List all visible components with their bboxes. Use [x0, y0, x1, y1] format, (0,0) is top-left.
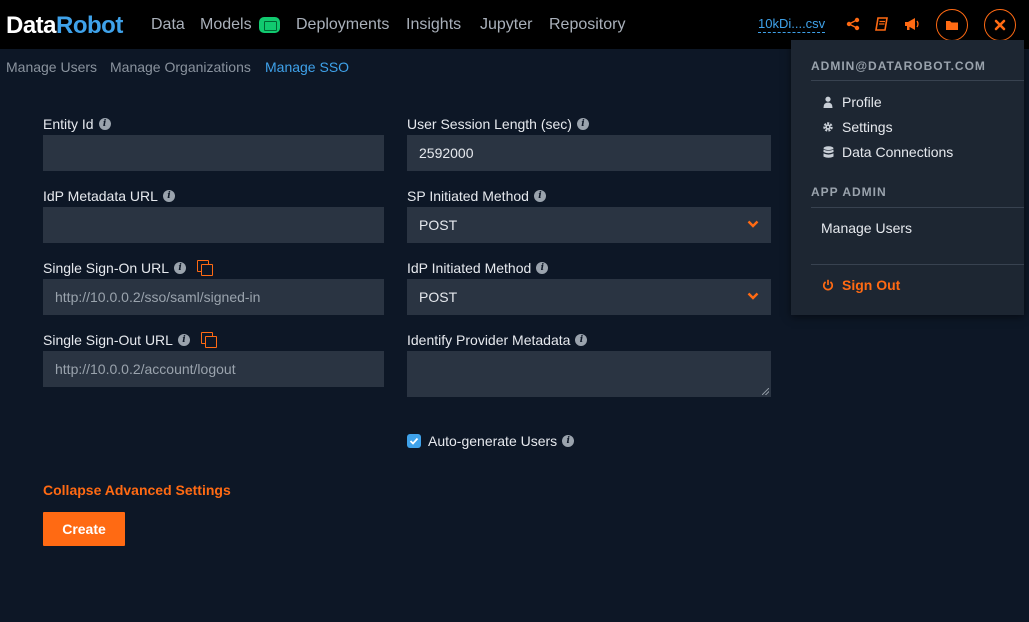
close-button[interactable] — [984, 9, 1016, 41]
book-icon[interactable] — [873, 15, 891, 33]
idp-method-label: IdP Initiated Method i — [407, 260, 549, 276]
sp-method-select[interactable]: POST — [407, 207, 771, 243]
database-icon — [821, 145, 835, 159]
info-icon[interactable]: i — [533, 190, 546, 202]
menu-divider — [811, 207, 1024, 208]
user-menu: ADMIN@DATAROBOT.COM Profile Settings Dat… — [791, 40, 1024, 315]
menu-manage-users[interactable]: Manage Users — [821, 220, 912, 236]
account-email: ADMIN@DATAROBOT.COM — [811, 59, 986, 73]
chevron-down-icon — [747, 220, 759, 228]
share-icon[interactable] — [844, 15, 862, 33]
info-icon[interactable]: i — [576, 118, 589, 130]
gpu-icon — [259, 17, 280, 33]
close-icon — [994, 19, 1006, 31]
nav-deployments[interactable]: Deployments — [296, 16, 389, 34]
user-icon — [821, 95, 835, 109]
info-icon[interactable]: i — [575, 334, 588, 346]
idp-metadata-url-input[interactable] — [43, 207, 384, 243]
nav-jupyter[interactable]: Jupyter — [480, 16, 532, 34]
check-icon — [409, 437, 419, 445]
subnav-manage-users[interactable]: Manage Users — [6, 59, 97, 75]
slo-url-label: Single Sign-Out URL i — [43, 332, 217, 348]
entity-id-input[interactable] — [43, 135, 384, 171]
menu-settings[interactable]: Settings — [821, 119, 893, 135]
idp-metadata-url-label: IdP Metadata URL i — [43, 188, 175, 204]
provider-metadata-label: Identify Provider Metadata i — [407, 332, 588, 348]
power-icon — [821, 278, 835, 292]
menu-profile[interactable]: Profile — [821, 94, 882, 110]
session-length-input[interactable]: 2592000 — [407, 135, 771, 171]
info-icon[interactable]: i — [174, 262, 187, 274]
info-icon[interactable]: i — [177, 334, 190, 346]
auto-generate-checkbox[interactable] — [407, 434, 421, 448]
menu-data-connections[interactable]: Data Connections — [821, 144, 953, 160]
sso-url-label: Single Sign-On URL i — [43, 260, 214, 276]
provider-metadata-textarea[interactable] — [407, 351, 771, 397]
info-icon[interactable]: i — [536, 262, 549, 274]
nav-repository[interactable]: Repository — [549, 16, 625, 34]
copy-icon[interactable] — [200, 332, 217, 348]
nav-models[interactable]: Models — [200, 16, 252, 34]
menu-divider — [811, 264, 1024, 265]
folder-button[interactable] — [936, 9, 968, 41]
menu-divider — [811, 80, 1024, 81]
subnav-manage-organizations[interactable]: Manage Organizations — [110, 59, 251, 75]
auto-generate-label: Auto-generate Users i — [428, 433, 575, 449]
sso-url-field: http://10.0.0.2/sso/saml/signed-in — [43, 279, 384, 315]
chevron-down-icon — [747, 292, 759, 300]
app-admin-header: APP ADMIN — [811, 185, 887, 199]
sign-out-button[interactable]: Sign Out — [821, 277, 900, 293]
idp-method-select[interactable]: POST — [407, 279, 771, 315]
nav-insights[interactable]: Insights — [406, 16, 461, 34]
sp-method-value: POST — [419, 217, 458, 233]
info-icon[interactable]: i — [162, 190, 175, 202]
copy-icon[interactable] — [197, 260, 214, 276]
folder-icon — [946, 21, 958, 30]
gear-icon — [821, 120, 835, 134]
dataset-link[interactable]: 10kDi....csv — [758, 16, 826, 33]
idp-method-value: POST — [419, 289, 458, 305]
session-length-label: User Session Length (sec) i — [407, 116, 589, 132]
slo-url-field: http://10.0.0.2/account/logout — [43, 351, 384, 387]
datarobot-logo[interactable]: DataRobot — [6, 12, 123, 40]
info-icon[interactable]: i — [562, 435, 575, 447]
megaphone-icon[interactable] — [903, 15, 921, 33]
info-icon[interactable]: i — [98, 118, 111, 130]
subnav-manage-sso[interactable]: Manage SSO — [265, 59, 349, 75]
collapse-advanced-settings-link[interactable]: Collapse Advanced Settings — [43, 482, 231, 498]
entity-id-label: Entity Id i — [43, 116, 111, 132]
nav-data[interactable]: Data — [151, 16, 185, 34]
sp-method-label: SP Initiated Method i — [407, 188, 546, 204]
create-button[interactable]: Create — [43, 512, 125, 546]
